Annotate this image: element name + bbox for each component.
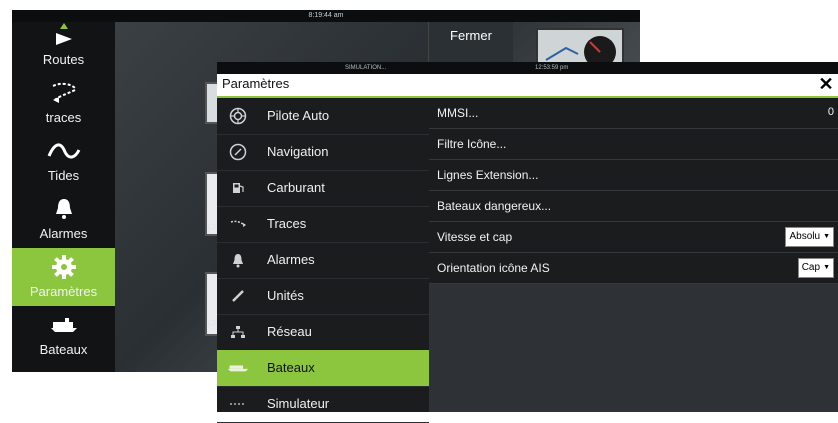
- back-sidebar: Routes traces Tides Alarmes Paramètres B…: [12, 22, 115, 372]
- sidebar-label: Tides: [47, 168, 80, 183]
- sidebar-label: Alarmes: [39, 226, 88, 241]
- menu-item-label: Unités: [267, 288, 304, 303]
- network-icon: [227, 321, 249, 343]
- menu-item-label: Réseau: [267, 324, 312, 339]
- sidebar-item-alarms[interactable]: Alarmes: [12, 190, 115, 248]
- pencil-icon: [227, 285, 249, 307]
- sidebar-item-routes[interactable]: Routes: [12, 16, 115, 74]
- menu-item-label: Traces: [267, 216, 307, 231]
- settings-dialog: SIMULATION... 12:53:59 pm Paramètres ✕ P…: [217, 62, 838, 423]
- dialog-status-bar: SIMULATION... 12:53:59 pm: [217, 62, 838, 74]
- menu-item-label: Alarmes: [267, 252, 315, 267]
- setting-label: Lignes Extension...: [437, 168, 539, 182]
- sidebar-item-boats[interactable]: Bateaux: [12, 306, 115, 364]
- sidebar-item-traces[interactable]: traces: [12, 74, 115, 132]
- sidebar-label: Bateaux: [39, 342, 88, 357]
- simulation-indicator: SIMULATION...: [345, 65, 387, 71]
- setting-row-mmsi[interactable]: MMSI... 0: [429, 98, 838, 129]
- setting-row-dangerous-vessels[interactable]: Bateaux dangereux...: [429, 191, 838, 222]
- menu-item-label: Simulateur: [267, 396, 330, 411]
- close-button[interactable]: ✕: [818, 75, 834, 93]
- setting-row-extension-lines[interactable]: Lignes Extension...: [429, 160, 838, 191]
- gear-icon: [12, 254, 115, 280]
- settings-list: MMSI... 0 Filtre Icône... Lignes Extensi…: [429, 98, 838, 284]
- setting-label: Vitesse et cap: [437, 230, 513, 244]
- setting-value: 0: [827, 106, 834, 118]
- trails-icon: [227, 213, 249, 235]
- bell-icon: [227, 249, 249, 271]
- setting-row-speed-course[interactable]: Vitesse et cap Absolu ▼: [429, 222, 838, 253]
- tides-icon: [12, 138, 115, 164]
- chevron-down-icon: ▼: [823, 233, 830, 240]
- chevron-down-icon: ▼: [823, 264, 830, 271]
- setting-row-icon-filter[interactable]: Filtre Icône...: [429, 129, 838, 160]
- menu-item-traces[interactable]: Traces: [217, 206, 429, 243]
- autopilot-icon: [227, 105, 249, 127]
- dialog-title-bar: Paramètres ✕: [217, 74, 838, 98]
- setting-label: Orientation icône AIS: [437, 261, 550, 275]
- sidebar-item-tides[interactable]: Tides: [12, 132, 115, 190]
- menu-item-boats[interactable]: Bateaux: [217, 350, 429, 387]
- menu-item-label: Bateaux: [267, 360, 315, 375]
- sidebar-label: traces: [45, 110, 82, 125]
- dialog-title: Paramètres: [222, 76, 290, 91]
- menu-item-label: Carburant: [267, 180, 325, 195]
- settings-panel: MMSI... 0 Filtre Icône... Lignes Extensi…: [429, 98, 838, 412]
- compass-icon: [227, 141, 249, 163]
- menu-item-network[interactable]: Réseau: [217, 314, 429, 351]
- menu-item-alarms[interactable]: Alarmes: [217, 242, 429, 279]
- boat-icon: [12, 312, 115, 338]
- sidebar-label: Routes: [42, 52, 85, 67]
- bell-icon: [12, 196, 115, 222]
- setting-label: Bateaux dangereux...: [437, 199, 552, 213]
- ais-orientation-select[interactable]: Cap ▼: [797, 258, 834, 278]
- close-button-label: Fermer: [450, 28, 492, 43]
- sidebar-item-settings[interactable]: Paramètres: [12, 248, 115, 306]
- traces-icon: [12, 80, 115, 106]
- menu-item-label: Navigation: [267, 144, 329, 159]
- setting-label: MMSI...: [437, 106, 479, 120]
- menu-item-navigation[interactable]: Navigation: [217, 134, 429, 171]
- settings-menu: Pilote Auto Navigation Carburant Traces …: [217, 98, 429, 423]
- setting-row-ais-icon-orientation[interactable]: Orientation icône AIS Cap ▼: [429, 253, 838, 284]
- speed-course-select[interactable]: Absolu ▼: [785, 227, 834, 247]
- dialog-clock: 12:53:59 pm: [535, 65, 569, 71]
- menu-item-units[interactable]: Unités: [217, 278, 429, 315]
- menu-item-label: Pilote Auto: [267, 108, 330, 123]
- routes-icon: [12, 22, 115, 48]
- select-value: Absolu: [789, 231, 821, 242]
- boat-icon: [227, 357, 249, 379]
- close-panel[interactable]: Fermer: [428, 22, 513, 64]
- sidebar-label: Paramètres: [29, 284, 98, 299]
- menu-item-autopilot[interactable]: Pilote Auto: [217, 98, 429, 135]
- menu-item-simulator[interactable]: Simulateur: [217, 386, 429, 423]
- setting-label: Filtre Icône...: [437, 137, 507, 151]
- fuel-icon: [227, 177, 249, 199]
- select-value: Cap: [801, 262, 821, 273]
- menu-item-fuel[interactable]: Carburant: [217, 170, 429, 207]
